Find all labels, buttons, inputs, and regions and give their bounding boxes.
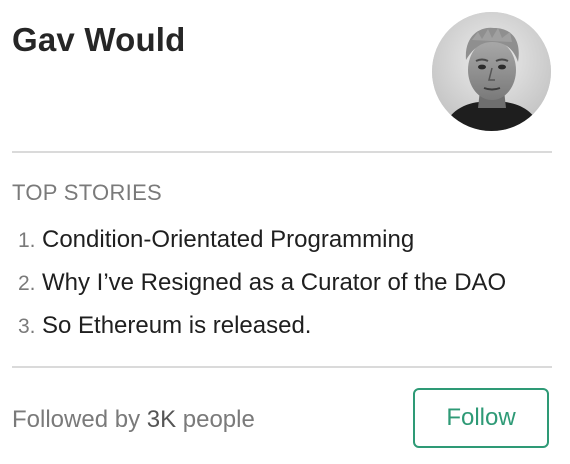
story-title-link[interactable]: Condition-Orientated Programming [42,224,414,256]
follow-button[interactable]: Follow [413,388,549,448]
header-divider [12,151,552,153]
story-number: 2. [18,272,36,295]
story-item: 3. So Ethereum is released. [18,310,506,353]
footer-divider [12,366,552,368]
story-item: 2. Why I’ve Resigned as a Curator of the… [18,267,506,310]
story-item: 1. Condition-Orientated Programming [18,224,506,267]
avatar-portrait-image [432,12,551,131]
story-title-link[interactable]: Why I’ve Resigned as a Curator of the DA… [42,267,506,299]
followed-by-suffix: people [182,406,255,433]
story-number: 3. [18,315,36,338]
followers-count: 3K [146,406,177,433]
followed-by-prefix: Followed by [12,406,141,433]
author-profile-card: Gav Would TOP STORIES 1. Condition-Orien… [0,0,570,464]
top-stories-heading: TOP STORIES [12,180,163,205]
story-title-link[interactable]: So Ethereum is released. [42,310,311,342]
top-stories-list: 1. Condition-Orientated Programming 2. W… [18,224,506,353]
author-avatar[interactable] [432,12,551,131]
followers-text: Followed by 3K people [12,404,255,436]
author-name[interactable]: Gav Would [12,20,186,60]
story-number: 1. [18,229,36,252]
